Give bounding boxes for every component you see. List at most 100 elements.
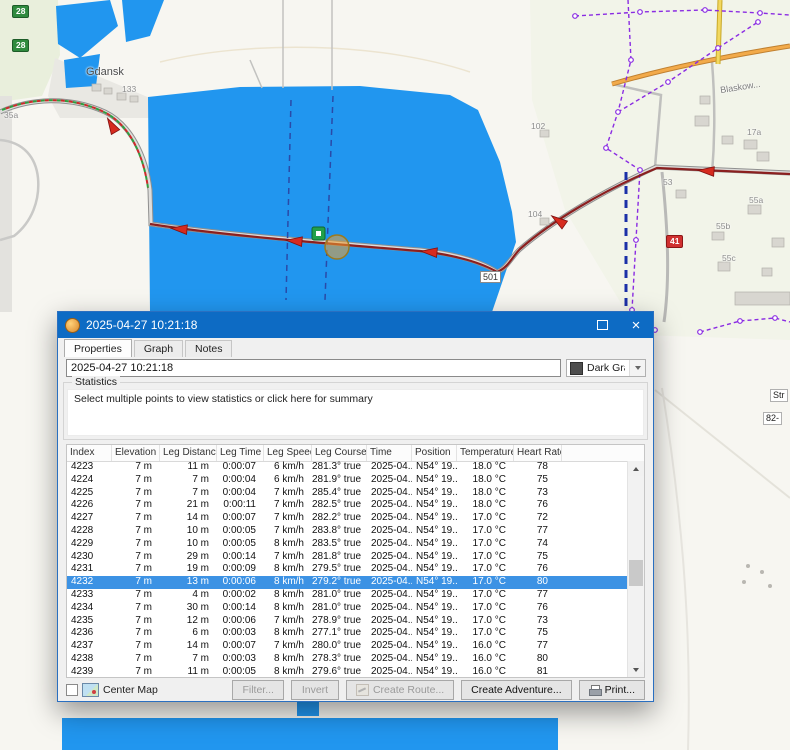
center-map-checkbox[interactable]: Center Map xyxy=(66,683,158,697)
table-cell: N54° 19... xyxy=(412,602,457,615)
table-cell: 76 xyxy=(514,499,562,512)
track-name-input[interactable] xyxy=(66,359,561,377)
column-header[interactable]: Time xyxy=(367,445,412,461)
table-cell: 11 m xyxy=(160,666,217,677)
tab-graph[interactable]: Graph xyxy=(134,340,183,357)
table-cell: 7 m xyxy=(112,666,160,677)
filter-button[interactable]: Filter... xyxy=(232,680,284,700)
table-cell: 80 xyxy=(514,576,562,589)
table-cell: 0:00:04 xyxy=(217,474,264,487)
column-header[interactable]: Temperature xyxy=(457,445,514,461)
table-row[interactable]: 42247 m7 m0:00:046 km/h281.9° true2025-0… xyxy=(67,474,627,487)
tab-properties[interactable]: Properties xyxy=(64,339,132,357)
table-cell: 4237 xyxy=(67,640,112,653)
create-adventure-button[interactable]: Create Adventure... xyxy=(461,680,571,700)
table-row[interactable]: 42277 m14 m0:00:077 km/h282.2° true2025-… xyxy=(67,512,627,525)
column-header[interactable]: Leg Distance xyxy=(160,445,217,461)
column-header[interactable]: Index xyxy=(67,445,112,461)
table-row[interactable]: 42397 m11 m0:00:058 km/h279.6° true2025-… xyxy=(67,666,627,677)
maximize-icon xyxy=(597,320,608,330)
map-view[interactable]: Gdansk13335a1021045317a55a55b55c50141282… xyxy=(0,0,790,750)
table-row[interactable]: 42287 m10 m0:00:057 km/h283.8° true2025-… xyxy=(67,525,627,538)
table-row[interactable]: 42307 m29 m0:00:147 km/h281.8° true2025-… xyxy=(67,551,627,564)
table-cell: N54° 19... xyxy=(412,551,457,564)
table-cell: 0:00:14 xyxy=(217,602,264,615)
table-row[interactable]: 42317 m19 m0:00:098 km/h279.5° true2025-… xyxy=(67,563,627,576)
print-button[interactable]: Print... xyxy=(579,680,645,700)
dialog-titlebar[interactable]: 2025-04-27 10:21:18 × xyxy=(58,312,653,338)
vertical-scrollbar[interactable] xyxy=(627,461,644,677)
table-row[interactable]: 42367 m6 m0:00:038 km/h277.1° true2025-0… xyxy=(67,627,627,640)
table-cell: 16.0 °C xyxy=(457,640,514,653)
track-color-select[interactable]: Dark Gray xyxy=(566,359,646,377)
table-cell: 7 m xyxy=(160,653,217,666)
create-route-button[interactable]: Create Route... xyxy=(346,680,454,700)
table-row[interactable]: 42347 m30 m0:00:148 km/h281.0° true2025-… xyxy=(67,602,627,615)
table-cell: N54° 19... xyxy=(412,576,457,589)
column-header-filler xyxy=(562,445,644,461)
table-row[interactable]: 42337 m4 m0:00:028 km/h281.0° true2025-0… xyxy=(67,589,627,602)
table-cell: 75 xyxy=(514,551,562,564)
table-row[interactable]: 42237 m11 m0:00:076 km/h281.3° true2025-… xyxy=(67,461,627,474)
table-cell: 0:00:06 xyxy=(217,615,264,628)
table-cell: 8 km/h xyxy=(264,627,312,640)
table-cell: 2025-04... xyxy=(367,563,412,576)
table-cell: 80 xyxy=(514,653,562,666)
table-cell: 7 km/h xyxy=(264,615,312,628)
invert-button[interactable]: Invert xyxy=(291,680,339,700)
table-cell: 6 km/h xyxy=(264,461,312,474)
statistics-summary[interactable]: Select multiple points to view statistic… xyxy=(67,389,644,436)
table-cell: 12 m xyxy=(160,615,217,628)
table-cell: 4228 xyxy=(67,525,112,538)
table-row[interactable]: 42267 m21 m0:00:117 km/h282.5° true2025-… xyxy=(67,499,627,512)
table-row[interactable]: 42387 m7 m0:00:038 km/h278.3° true2025-0… xyxy=(67,653,627,666)
table-cell: 281.0° true xyxy=(312,602,367,615)
column-header[interactable]: Heart Rate xyxy=(514,445,562,461)
table-cell: 4226 xyxy=(67,499,112,512)
close-button[interactable]: × xyxy=(619,312,653,338)
track-properties-dialog: 2025-04-27 10:21:18 × PropertiesGraphNot… xyxy=(57,311,654,702)
table-cell: 8 km/h xyxy=(264,576,312,589)
column-header[interactable]: Leg Time xyxy=(217,445,264,461)
table-cell: 8 km/h xyxy=(264,666,312,677)
column-header[interactable]: Leg Speed xyxy=(264,445,312,461)
column-header[interactable]: Elevation xyxy=(112,445,160,461)
table-cell: 0:00:04 xyxy=(217,487,264,500)
table-cell: 29 m xyxy=(160,551,217,564)
chevron-down-icon[interactable] xyxy=(629,360,645,376)
table-cell: 278.9° true xyxy=(312,615,367,628)
table-cell: 13 m xyxy=(160,576,217,589)
column-header[interactable]: Position xyxy=(412,445,457,461)
table-row[interactable]: 42257 m7 m0:00:047 km/h285.4° true2025-0… xyxy=(67,487,627,500)
table-cell: 2025-04... xyxy=(367,525,412,538)
table-cell: 17.0 °C xyxy=(457,589,514,602)
table-cell: 7 m xyxy=(112,512,160,525)
column-header[interactable]: Leg Course xyxy=(312,445,367,461)
table-cell: 7 m xyxy=(112,474,160,487)
scroll-thumb[interactable] xyxy=(629,560,643,586)
table-row[interactable]: 42297 m10 m0:00:058 km/h283.5° true2025-… xyxy=(67,538,627,551)
table-cell: 8 km/h xyxy=(264,653,312,666)
table-cell: 2025-04... xyxy=(367,512,412,525)
table-cell: 4234 xyxy=(67,602,112,615)
table-cell: 2025-04... xyxy=(367,653,412,666)
table-row[interactable]: 42327 m13 m0:00:068 km/h279.2° true2025-… xyxy=(67,576,627,589)
geocache-icon[interactable] xyxy=(312,227,325,240)
scroll-up-arrow[interactable] xyxy=(628,461,644,476)
scroll-down-arrow[interactable] xyxy=(628,662,644,677)
table-row[interactable]: 42357 m12 m0:00:067 km/h278.9° true2025-… xyxy=(67,615,627,628)
table-cell: 0:00:06 xyxy=(217,576,264,589)
table-cell: 7 m xyxy=(112,499,160,512)
table-cell: 4232 xyxy=(67,576,112,589)
table-cell: 2025-04... xyxy=(367,576,412,589)
table-cell: 0:00:05 xyxy=(217,538,264,551)
table-cell: N54° 19... xyxy=(412,487,457,500)
table-cell: 4233 xyxy=(67,589,112,602)
table-row[interactable]: 42377 m14 m0:00:077 km/h280.0° true2025-… xyxy=(67,640,627,653)
checkbox[interactable] xyxy=(66,684,78,696)
table-cell: 0:00:03 xyxy=(217,653,264,666)
maximize-button[interactable] xyxy=(585,312,619,338)
table-cell: N54° 19... xyxy=(412,653,457,666)
tab-notes[interactable]: Notes xyxy=(185,340,232,357)
table-cell: 7 km/h xyxy=(264,499,312,512)
